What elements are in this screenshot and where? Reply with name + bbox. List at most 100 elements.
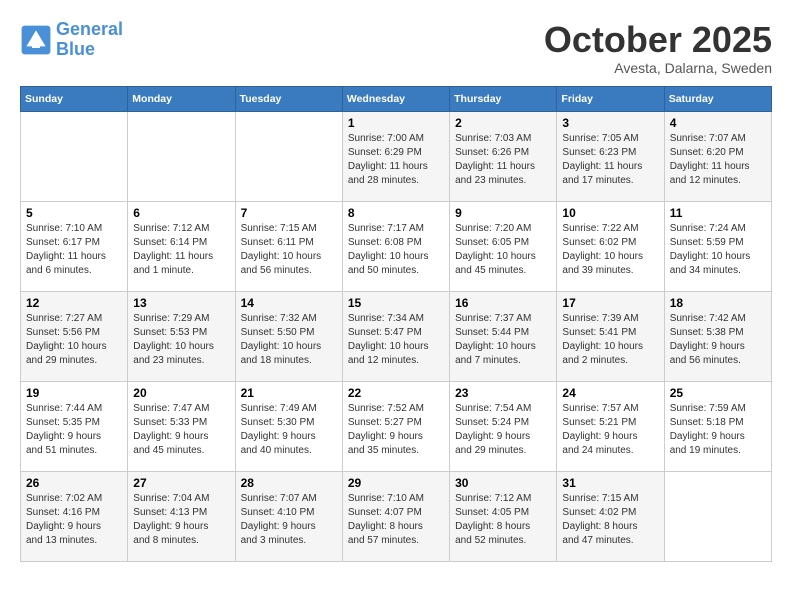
day-number: 26 bbox=[26, 476, 122, 490]
day-number: 19 bbox=[26, 386, 122, 400]
logo-line2: Blue bbox=[56, 39, 95, 59]
day-number: 7 bbox=[241, 206, 337, 220]
day-info: Sunrise: 7:12 AM Sunset: 6:14 PM Dayligh… bbox=[133, 222, 229, 278]
day-info: Sunrise: 7:20 AM Sunset: 6:05 PM Dayligh… bbox=[455, 222, 551, 278]
day-info: Sunrise: 7:24 AM Sunset: 5:59 PM Dayligh… bbox=[670, 222, 766, 278]
week-row-2: 12Sunrise: 7:27 AM Sunset: 5:56 PM Dayli… bbox=[21, 291, 772, 381]
day-number: 29 bbox=[348, 476, 444, 490]
logo-icon bbox=[20, 24, 52, 56]
day-header-tuesday: Tuesday bbox=[235, 86, 342, 111]
calendar-cell: 11 Sunrise: 7:24 AM Sunset: 5:59 PM Dayli… bbox=[664, 201, 771, 291]
day-number: 18 bbox=[670, 296, 766, 310]
day-header-sunday: Sunday bbox=[21, 86, 128, 111]
day-info: Sunrise: 7:02 AM Sunset: 4:16 PM Dayligh… bbox=[26, 492, 122, 548]
day-info: Sunrise: 7:29 AM Sunset: 5:53 PM Dayligh… bbox=[133, 312, 229, 368]
location: Avesta, Dalarna, Sweden bbox=[544, 60, 772, 76]
header-row: SundayMondayTuesdayWednesdayThursdayFrid… bbox=[21, 86, 772, 111]
week-row-3: 19Sunrise: 7:44 AM Sunset: 5:35 PM Dayli… bbox=[21, 381, 772, 471]
calendar-cell: 1Sunrise: 7:00 AM Sunset: 6:29 PM Daylig… bbox=[342, 111, 449, 201]
calendar-cell: 12Sunrise: 7:27 AM Sunset: 5:56 PM Dayli… bbox=[21, 291, 128, 381]
day-info: Sunrise: 7:10 AM Sunset: 4:07 PM Dayligh… bbox=[348, 492, 444, 548]
month-title: October 2025 bbox=[544, 20, 772, 60]
calendar-cell: 25 Sunrise: 7:59 AM Sunset: 5:18 PM Dayli… bbox=[664, 381, 771, 471]
week-row-1: 5 Sunrise: 7:10 AM Sunset: 6:17 PM Daylig… bbox=[21, 201, 772, 291]
calendar-cell: 17 Sunrise: 7:39 AM Sunset: 5:41 PM Dayli… bbox=[557, 291, 664, 381]
day-info: Sunrise: 7:03 AM Sunset: 6:26 PM Dayligh… bbox=[455, 132, 551, 188]
day-info: Sunrise: 7:15 AM Sunset: 4:02 PM Dayligh… bbox=[562, 492, 658, 548]
day-info: Sunrise: 7:37 AM Sunset: 5:44 PM Dayligh… bbox=[455, 312, 551, 368]
day-info: Sunrise: 7:07 AM Sunset: 4:10 PM Dayligh… bbox=[241, 492, 337, 548]
day-info: Sunrise: 7:39 AM Sunset: 5:41 PM Dayligh… bbox=[562, 312, 658, 368]
calendar-cell: 2 Sunrise: 7:03 AM Sunset: 6:26 PM Daylig… bbox=[450, 111, 557, 201]
day-info: Sunrise: 7:32 AM Sunset: 5:50 PM Dayligh… bbox=[241, 312, 337, 368]
day-info: Sunrise: 7:05 AM Sunset: 6:23 PM Dayligh… bbox=[562, 132, 658, 188]
calendar-cell: 6 Sunrise: 7:12 AM Sunset: 6:14 PM Daylig… bbox=[128, 201, 235, 291]
calendar-cell: 27 Sunrise: 7:04 AM Sunset: 4:13 PM Dayli… bbox=[128, 471, 235, 561]
day-number: 22 bbox=[348, 386, 444, 400]
calendar-cell: 18 Sunrise: 7:42 AM Sunset: 5:38 PM Dayli… bbox=[664, 291, 771, 381]
calendar-cell: 3 Sunrise: 7:05 AM Sunset: 6:23 PM Daylig… bbox=[557, 111, 664, 201]
day-number: 27 bbox=[133, 476, 229, 490]
calendar-cell: 28Sunrise: 7:07 AM Sunset: 4:10 PM Dayli… bbox=[235, 471, 342, 561]
day-number: 9 bbox=[455, 206, 551, 220]
calendar-cell: 19Sunrise: 7:44 AM Sunset: 5:35 PM Dayli… bbox=[21, 381, 128, 471]
day-info: Sunrise: 7:52 AM Sunset: 5:27 PM Dayligh… bbox=[348, 402, 444, 458]
calendar-cell bbox=[21, 111, 128, 201]
day-number: 12 bbox=[26, 296, 122, 310]
calendar-cell: 21Sunrise: 7:49 AM Sunset: 5:30 PM Dayli… bbox=[235, 381, 342, 471]
calendar-cell: 5 Sunrise: 7:10 AM Sunset: 6:17 PM Daylig… bbox=[21, 201, 128, 291]
calendar-cell: 9 Sunrise: 7:20 AM Sunset: 6:05 PM Daylig… bbox=[450, 201, 557, 291]
title-area: October 2025 Avesta, Dalarna, Sweden bbox=[544, 20, 772, 76]
logo-line1: General bbox=[56, 19, 123, 39]
day-info: Sunrise: 7:54 AM Sunset: 5:24 PM Dayligh… bbox=[455, 402, 551, 458]
day-header-thursday: Thursday bbox=[450, 86, 557, 111]
day-info: Sunrise: 7:59 AM Sunset: 5:18 PM Dayligh… bbox=[670, 402, 766, 458]
day-number: 5 bbox=[26, 206, 122, 220]
calendar-cell: 23 Sunrise: 7:54 AM Sunset: 5:24 PM Dayli… bbox=[450, 381, 557, 471]
day-number: 31 bbox=[562, 476, 658, 490]
day-info: Sunrise: 7:22 AM Sunset: 6:02 PM Dayligh… bbox=[562, 222, 658, 278]
day-number: 15 bbox=[348, 296, 444, 310]
day-info: Sunrise: 7:57 AM Sunset: 5:21 PM Dayligh… bbox=[562, 402, 658, 458]
day-number: 17 bbox=[562, 296, 658, 310]
day-info: Sunrise: 7:07 AM Sunset: 6:20 PM Dayligh… bbox=[670, 132, 766, 188]
calendar-cell: 22 Sunrise: 7:52 AM Sunset: 5:27 PM Dayli… bbox=[342, 381, 449, 471]
day-number: 10 bbox=[562, 206, 658, 220]
calendar-cell: 8Sunrise: 7:17 AM Sunset: 6:08 PM Daylig… bbox=[342, 201, 449, 291]
calendar-cell: 10 Sunrise: 7:22 AM Sunset: 6:02 PM Dayli… bbox=[557, 201, 664, 291]
day-number: 3 bbox=[562, 116, 658, 130]
calendar-cell: 14 Sunrise: 7:32 AM Sunset: 5:50 PM Dayli… bbox=[235, 291, 342, 381]
calendar-cell: 30Sunrise: 7:12 AM Sunset: 4:05 PM Dayli… bbox=[450, 471, 557, 561]
day-info: Sunrise: 7:04 AM Sunset: 4:13 PM Dayligh… bbox=[133, 492, 229, 548]
logo: General Blue bbox=[20, 20, 123, 60]
day-number: 16 bbox=[455, 296, 551, 310]
day-header-saturday: Saturday bbox=[664, 86, 771, 111]
calendar-cell: 24Sunrise: 7:57 AM Sunset: 5:21 PM Dayli… bbox=[557, 381, 664, 471]
week-row-0: 1Sunrise: 7:00 AM Sunset: 6:29 PM Daylig… bbox=[21, 111, 772, 201]
week-row-4: 26 Sunrise: 7:02 AM Sunset: 4:16 PM Dayli… bbox=[21, 471, 772, 561]
day-info: Sunrise: 7:34 AM Sunset: 5:47 PM Dayligh… bbox=[348, 312, 444, 368]
day-number: 25 bbox=[670, 386, 766, 400]
day-info: Sunrise: 7:49 AM Sunset: 5:30 PM Dayligh… bbox=[241, 402, 337, 458]
calendar-table: SundayMondayTuesdayWednesdayThursdayFrid… bbox=[20, 86, 772, 562]
calendar-cell: 29 Sunrise: 7:10 AM Sunset: 4:07 PM Dayli… bbox=[342, 471, 449, 561]
calendar-cell: 13 Sunrise: 7:29 AM Sunset: 5:53 PM Dayli… bbox=[128, 291, 235, 381]
day-info: Sunrise: 7:42 AM Sunset: 5:38 PM Dayligh… bbox=[670, 312, 766, 368]
header: General Blue October 2025 Avesta, Dalarn… bbox=[20, 20, 772, 76]
day-number: 6 bbox=[133, 206, 229, 220]
day-number: 8 bbox=[348, 206, 444, 220]
day-number: 2 bbox=[455, 116, 551, 130]
day-number: 13 bbox=[133, 296, 229, 310]
calendar-cell: 26 Sunrise: 7:02 AM Sunset: 4:16 PM Dayli… bbox=[21, 471, 128, 561]
day-number: 1 bbox=[348, 116, 444, 130]
calendar-cell: 4 Sunrise: 7:07 AM Sunset: 6:20 PM Daylig… bbox=[664, 111, 771, 201]
day-info: Sunrise: 7:10 AM Sunset: 6:17 PM Dayligh… bbox=[26, 222, 122, 278]
calendar-cell bbox=[235, 111, 342, 201]
calendar-cell bbox=[664, 471, 771, 561]
day-number: 11 bbox=[670, 206, 766, 220]
day-number: 4 bbox=[670, 116, 766, 130]
day-info: Sunrise: 7:12 AM Sunset: 4:05 PM Dayligh… bbox=[455, 492, 551, 548]
day-number: 20 bbox=[133, 386, 229, 400]
day-number: 14 bbox=[241, 296, 337, 310]
day-number: 23 bbox=[455, 386, 551, 400]
